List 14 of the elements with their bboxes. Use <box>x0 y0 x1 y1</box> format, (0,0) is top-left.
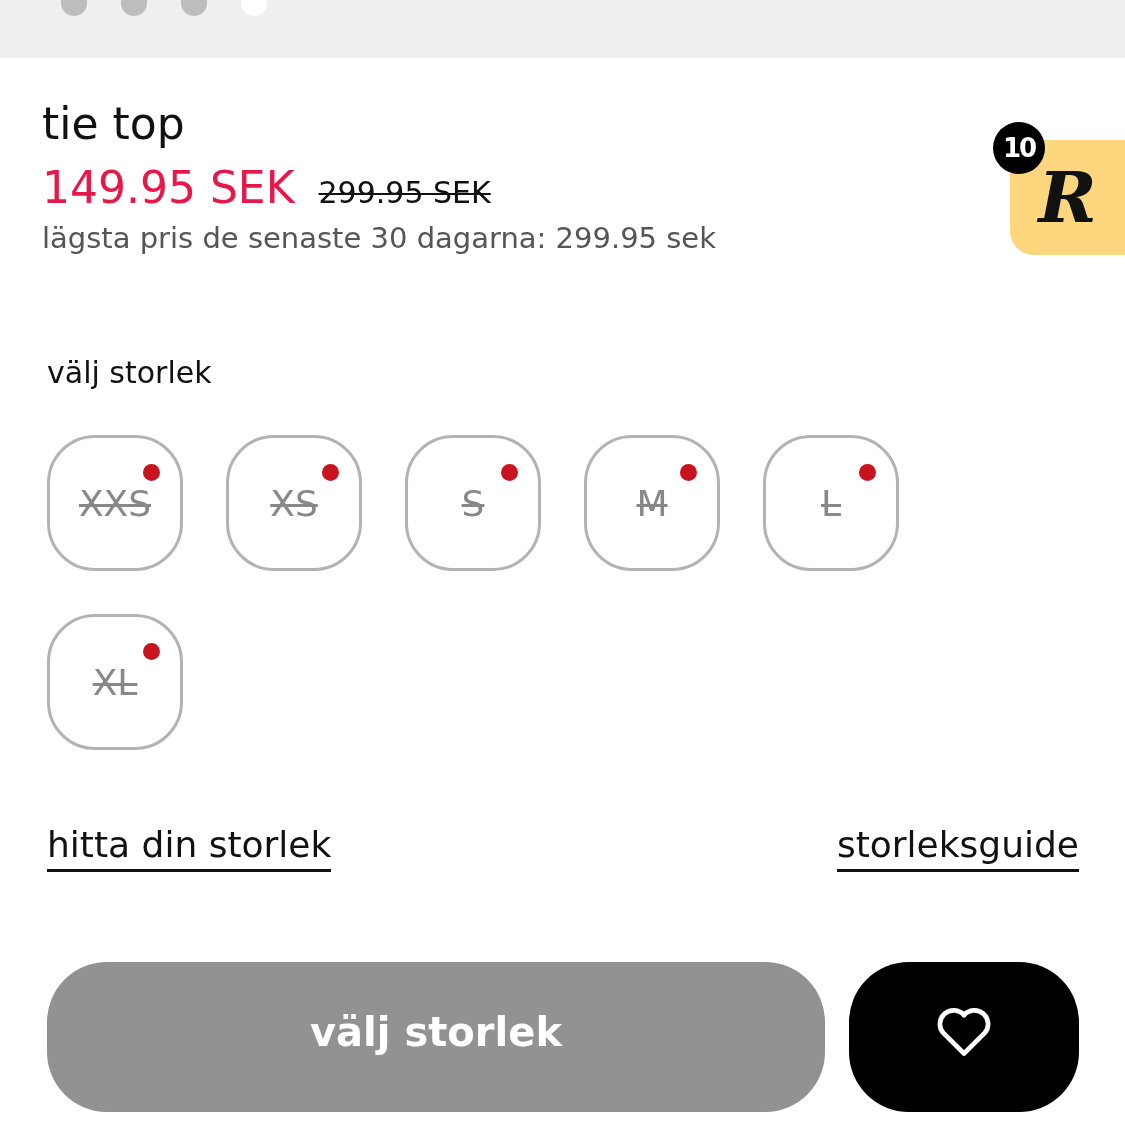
count-badge: 10 <box>993 122 1045 174</box>
size-option[interactable]: XL <box>47 614 183 750</box>
original-price: 299.95 SEK <box>318 175 491 210</box>
size-label: välj storlek <box>47 355 213 390</box>
size-link[interactable]: storleksguide <box>836 824 1079 872</box>
size-option[interactable]: M <box>584 435 720 571</box>
lowest-price-note: lägsta pris de senaste 30 dagarna: 299.95 sek <box>42 221 717 255</box>
size-option[interactable]: XS <box>226 435 362 571</box>
size-link[interactable]: hitta din storlek <box>47 824 332 872</box>
size-option[interactable]: S <box>405 435 541 571</box>
sale-price: 149.95 SEK <box>42 162 295 213</box>
product-title: tie top <box>42 97 185 151</box>
size-option[interactable]: XXS <box>47 435 183 571</box>
size-option[interactable]: L <box>763 435 899 571</box>
